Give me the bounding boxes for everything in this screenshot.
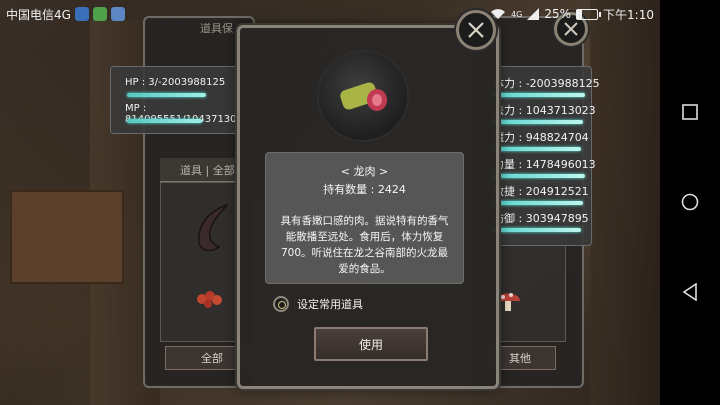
item-detail-dialog: < 龙肉 > 持有数量 : 2424 具有香嫩口感的肉。据说特有的香气能散播至远… bbox=[237, 25, 499, 389]
inventory-tabs[interactable]: 道具 | 全部 bbox=[160, 158, 242, 182]
stat-strength: 力量 : 1478496013 bbox=[493, 158, 596, 171]
nav-circle-icon[interactable] bbox=[660, 182, 720, 222]
notification-icon bbox=[74, 7, 89, 21]
favorite-toggle[interactable]: 设定常用道具 bbox=[273, 296, 363, 312]
horn-icon[interactable] bbox=[189, 203, 233, 255]
nav-triangle-icon[interactable] bbox=[660, 272, 720, 312]
status-bar: 中国电信4G 4G 25% 下午1:10 bbox=[0, 0, 660, 28]
battery-percent: 25% bbox=[544, 7, 572, 21]
stat-bar bbox=[493, 120, 583, 124]
signal-icon bbox=[527, 8, 540, 20]
android-nav-bar bbox=[660, 0, 720, 405]
item-name: < 龙肉 > bbox=[340, 165, 389, 178]
stat-bar bbox=[493, 228, 581, 232]
wifi-icon bbox=[491, 9, 506, 19]
notification-icon bbox=[92, 7, 107, 21]
hp-bar bbox=[127, 93, 207, 97]
carrier-label: 中国电信4G bbox=[6, 7, 71, 22]
stat-agility: 敏捷 : 204912521 bbox=[493, 185, 589, 198]
quantity-value: 2424 bbox=[377, 183, 406, 196]
quantity-label: 持有数量 : bbox=[323, 183, 375, 196]
notification-icon bbox=[110, 7, 125, 21]
stat-bar bbox=[493, 201, 583, 205]
background-shelf bbox=[10, 190, 124, 284]
attributes-box: 体力 : -2003988125 法力 : 1043713023 魔力 : 94… bbox=[486, 66, 600, 246]
stat-bar bbox=[493, 93, 585, 97]
favorite-label: 设定常用道具 bbox=[297, 298, 363, 311]
favorite-radio[interactable] bbox=[273, 296, 289, 312]
item-description: 具有香嫩口感的肉。据说特有的香气能散播至远处。食用后，体力恢复700。听说住在龙… bbox=[280, 215, 449, 275]
stat-magic: 魔力 : 948824704 bbox=[493, 131, 589, 144]
nav-square-icon[interactable] bbox=[660, 92, 720, 132]
stat-bar bbox=[493, 147, 581, 151]
use-button[interactable]: 使用 bbox=[314, 327, 428, 361]
meat-icon bbox=[340, 82, 387, 111]
mp-bar bbox=[127, 119, 202, 123]
item-portrait bbox=[319, 52, 407, 140]
berries-icon[interactable] bbox=[195, 287, 225, 311]
background-beam-right bbox=[590, 0, 660, 405]
inventory-grid bbox=[160, 182, 244, 342]
item-description-box: < 龙肉 > 持有数量 : 2424 具有香嫩口感的肉。据说特有的香气能散播至远… bbox=[265, 152, 464, 284]
stat-defense: 防御 : 303947895 bbox=[493, 212, 589, 225]
hp-mp-box: HP : 3/-2003988125 MP : 814095551/104371… bbox=[110, 66, 242, 134]
battery-icon bbox=[576, 8, 602, 20]
stat-stamina: 体力 : -2003988125 bbox=[493, 77, 600, 90]
signal-tag: 4G bbox=[511, 9, 523, 19]
hp-label: HP : 3/-2003988125 bbox=[125, 77, 226, 88]
item-quantity: 持有数量 : 2424 bbox=[266, 181, 463, 197]
clock: 下午1:10 bbox=[603, 7, 654, 22]
stat-bar bbox=[493, 174, 585, 178]
stat-mana: 法力 : 1043713023 bbox=[493, 104, 596, 117]
